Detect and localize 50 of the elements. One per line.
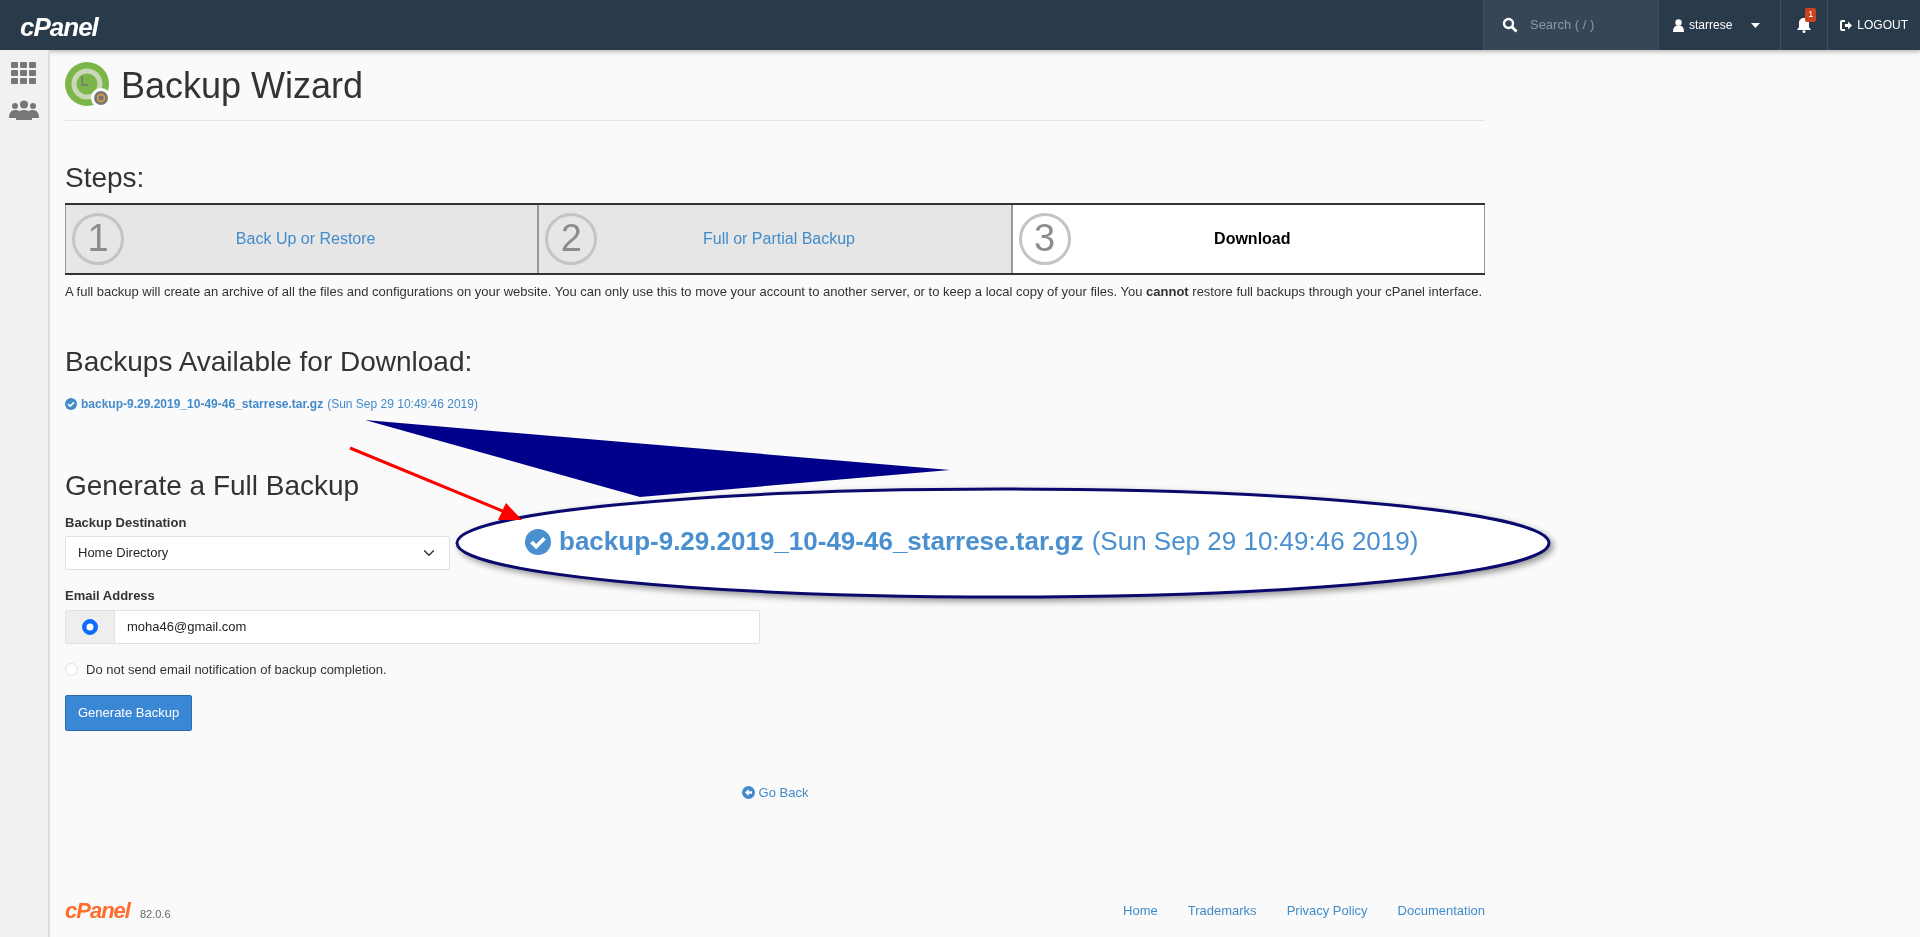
wizard-step[interactable]: 2 Full or Partial Backup — [538, 204, 1012, 273]
check-circle-icon — [525, 528, 551, 555]
email-radio[interactable] — [82, 618, 98, 635]
search-box[interactable]: Search ( / ) — [1482, 0, 1658, 50]
go-back-link[interactable]: Go Back — [741, 782, 809, 803]
footer-link[interactable]: Privacy Policy — [1286, 901, 1368, 921]
backup-date: (Sun Sep 29 10:49:46 2019) — [327, 396, 478, 414]
no-email-radio[interactable] — [65, 662, 78, 676]
step-number: 3 — [1018, 212, 1071, 265]
step-number: 2 — [545, 212, 598, 265]
footer-link[interactable]: Home — [1123, 901, 1158, 921]
backup-file-link[interactable]: backup-9.29.2019_10-49-46_starrese.tar.gz — [81, 395, 324, 414]
users-icon[interactable] — [9, 100, 39, 120]
logout-icon — [1840, 19, 1853, 31]
field-label: Backup Destination — [65, 513, 187, 532]
callout-date: (Sun Sep 29 10:49:46 2019) — [1091, 525, 1419, 558]
page-title: Backup Wizard — [121, 64, 364, 108]
steps-heading: Steps: — [65, 161, 146, 195]
footer-link[interactable]: Trademarks — [1187, 901, 1257, 921]
notification-count: 1 — [1805, 8, 1817, 22]
step-number: 1 — [72, 212, 124, 265]
email-field[interactable]: moha46@gmail.com — [114, 609, 760, 644]
bell-icon — [1797, 17, 1812, 33]
generate-backup-button[interactable]: Generate Backup — [65, 695, 193, 731]
destination-select[interactable]: Home Directory — [65, 536, 450, 571]
back-arrow-icon — [741, 785, 755, 799]
cpanel-logo[interactable]: cPanel — [0, 0, 118, 50]
version-text: 82.0.6 — [139, 906, 171, 922]
grid-icon[interactable] — [11, 62, 37, 84]
callout-filename: backup-9.29.2019_10-49-46_starrese.tar.gz — [559, 525, 1084, 558]
footer-link[interactable]: Documentation — [1397, 901, 1485, 921]
description-text: A full backup will create an archive of all the files and configurations on your website. You can only use this to move your account to another server, or to keep a local copy of your files. You cannot restore full backups through your cPanel interface. — [65, 282, 1484, 301]
wizard-step[interactable]: 3 Download — [1011, 204, 1485, 273]
wizard-step[interactable]: 1 Back Up or Restore — [65, 204, 539, 273]
field-label: Email Address — [65, 587, 155, 606]
search-icon — [1501, 17, 1518, 33]
step-label: Download — [1213, 228, 1292, 249]
generate-heading: Generate a Full Backup — [65, 469, 361, 503]
cpanel-logo[interactable]: cPanel — [65, 894, 130, 928]
check-circle-icon — [65, 398, 77, 411]
backups-heading: Backups Available for Download: — [65, 345, 474, 380]
notifications-button[interactable]: 1 — [1780, 0, 1828, 50]
search-field[interactable]: Search ( / ) — [1527, 14, 1638, 36]
no-email-label: Do not send email notification of backup completion. — [86, 660, 387, 679]
step-label: Full or Partial Backup — [701, 228, 856, 249]
caret-icon — [1751, 22, 1761, 28]
step-label: Back Up or Restore — [234, 228, 377, 249]
user-menu[interactable]: starrese — [1657, 0, 1781, 50]
logout-button[interactable]: LOGOUT — [1827, 0, 1920, 50]
user-icon — [1672, 18, 1684, 32]
